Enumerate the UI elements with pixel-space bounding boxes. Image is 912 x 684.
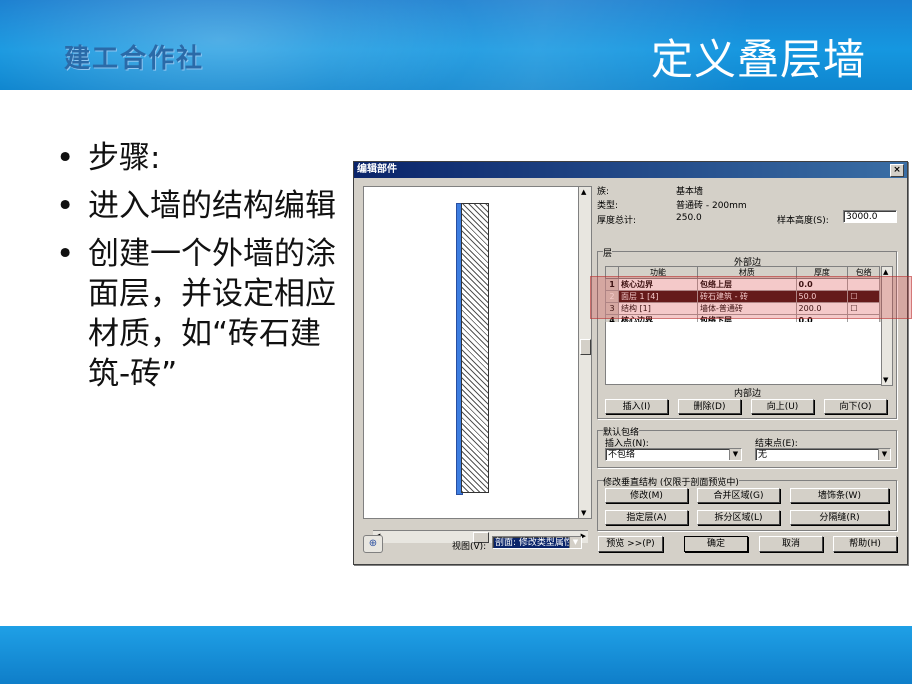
thickness-label: 厚度总计: xyxy=(597,216,637,226)
split-region-button[interactable]: 拆分区域(L) xyxy=(697,510,780,525)
bullet-item: 步骤: xyxy=(56,138,356,178)
slide-header: 建工合作社 定义叠层墙 xyxy=(0,0,912,90)
layers-group-label: 层 xyxy=(603,246,613,259)
logo: 建工合作社 xyxy=(64,44,205,74)
sample-height-input[interactable]: 3000.0 xyxy=(843,210,897,223)
family-label: 族: xyxy=(597,187,610,197)
insert-point-select[interactable]: 不包络 ▼ xyxy=(605,448,742,461)
type-label: 类型: xyxy=(597,201,619,211)
close-icon[interactable]: × xyxy=(890,164,904,177)
type-value: 普通砖 - 200mm xyxy=(676,201,747,211)
move-up-button[interactable]: 向上(U) xyxy=(751,399,814,414)
highlight-annotation xyxy=(590,276,912,319)
assign-layers-button[interactable]: 指定层(A) xyxy=(605,510,688,525)
slide-footer xyxy=(0,626,912,684)
cancel-button[interactable]: 取消 xyxy=(759,536,823,552)
scroll-down-icon[interactable]: ▼ xyxy=(581,509,586,517)
edit-assembly-dialog: 编辑部件 × ◀ ▶ ▲ ▼ 族: 基本墙 类型: 普通砖 - 200mm 厚度… xyxy=(353,161,908,565)
reveals-button[interactable]: 分隔缝(R) xyxy=(790,510,889,525)
sample-height-label: 样本高度(S): xyxy=(777,216,829,226)
move-down-button[interactable]: 向下(O) xyxy=(824,399,887,414)
view-select[interactable]: 剖面: 修改类型属性 ▼ xyxy=(492,536,582,549)
family-value: 基本墙 xyxy=(676,187,704,197)
chevron-down-icon[interactable]: ▼ xyxy=(569,537,581,548)
end-point-select[interactable]: 无 ▼ xyxy=(755,448,891,461)
chevron-down-icon[interactable]: ▼ xyxy=(729,449,741,460)
dialog-title: 编辑部件 xyxy=(357,164,397,175)
dialog-titlebar: 编辑部件 × xyxy=(354,162,907,178)
bullet-item: 创建一个外墙的涂面层，并设定相应材质，如“砖石建筑-砖” xyxy=(56,234,356,394)
help-icon[interactable]: ⊕ xyxy=(363,535,383,553)
insert-button[interactable]: 插入(I) xyxy=(605,399,668,414)
delete-button[interactable]: 删除(D) xyxy=(678,399,741,414)
view-value: 剖面: 修改类型属性 xyxy=(495,538,573,548)
scroll-down-icon[interactable]: ▼ xyxy=(883,376,888,384)
scroll-up-icon[interactable]: ▲ xyxy=(581,188,586,196)
sweeps-button[interactable]: 墙饰条(W) xyxy=(790,488,889,503)
chevron-down-icon[interactable]: ▼ xyxy=(878,449,890,460)
bullet-list: 步骤: 进入墙的结构编辑 创建一个外墙的涂面层，并设定相应材质，如“砖石建筑-砖… xyxy=(56,138,356,402)
modify-button[interactable]: 修改(M) xyxy=(605,488,688,503)
interior-side-label: 内部边 xyxy=(734,389,762,399)
insert-point-value: 不包络 xyxy=(608,450,636,460)
preview-pane[interactable]: ◀ ▶ xyxy=(363,186,588,543)
thickness-value: 250.0 xyxy=(676,213,702,223)
merge-regions-button[interactable]: 合并区域(G) xyxy=(697,488,780,503)
ok-button[interactable]: 确定 xyxy=(684,536,748,552)
end-point-value: 无 xyxy=(758,450,768,460)
vertical-structure-label: 修改垂直结构 (仅限于剖面预览中) xyxy=(603,475,739,488)
preview-button[interactable]: 预览 >>(P) xyxy=(598,536,663,552)
scroll-up-icon[interactable]: ▲ xyxy=(883,268,888,276)
vertical-scrollbar[interactable]: ▲ ▼ xyxy=(578,186,592,519)
wall-section-shape xyxy=(461,203,489,493)
view-label: 视图(V): xyxy=(452,542,487,552)
slide-title: 定义叠层墙 xyxy=(650,35,866,84)
help-button[interactable]: 帮助(H) xyxy=(833,536,897,552)
scroll-thumb[interactable] xyxy=(580,339,591,355)
bullet-item: 进入墙的结构编辑 xyxy=(56,186,356,226)
table-empty-area xyxy=(605,322,882,385)
